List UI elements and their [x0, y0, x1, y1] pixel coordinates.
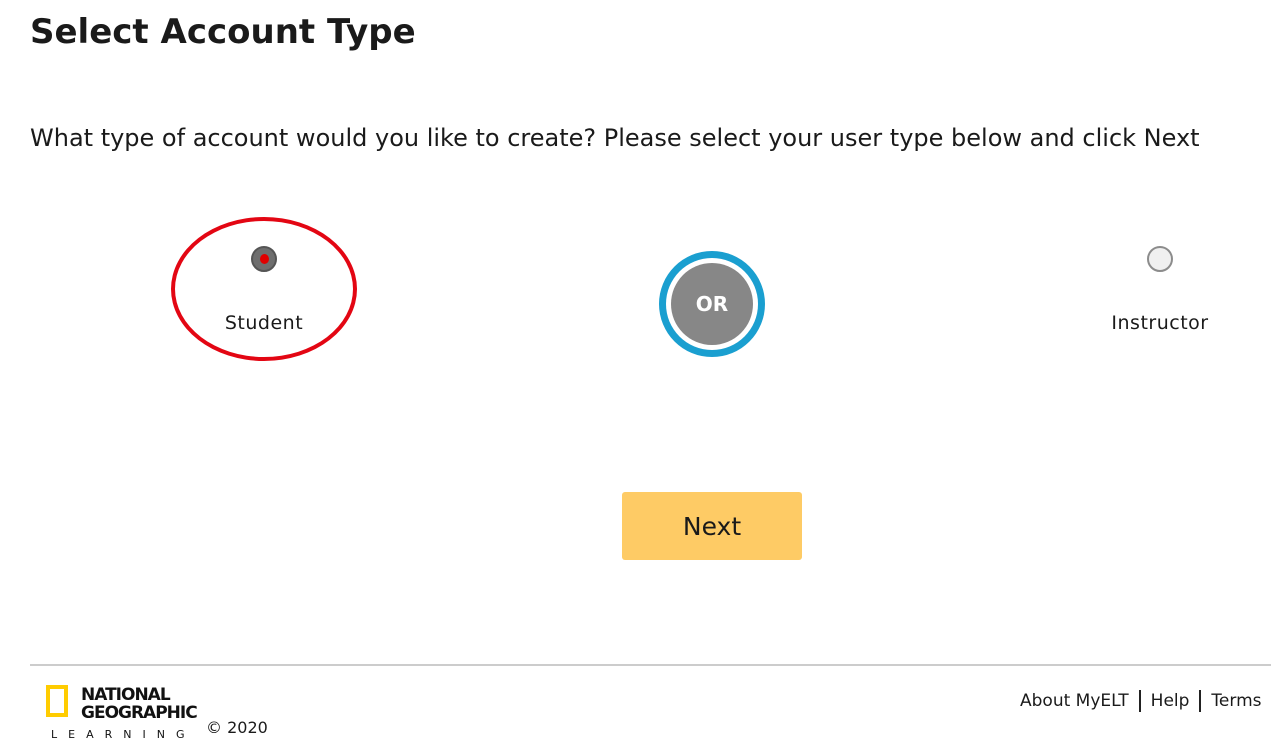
logo-line-national: NATIONAL — [81, 685, 171, 705]
footer-links: About MyELT Help Terms — [1010, 688, 1271, 714]
terms-link[interactable]: Terms — [1201, 691, 1271, 711]
account-type-page: Select Account Type What type of account… — [0, 0, 1271, 743]
footer-divider — [30, 664, 1271, 666]
about-myelt-link[interactable]: About MyELT — [1010, 691, 1139, 711]
logo-line-geographic: GEOGRAPHIC — [81, 703, 198, 723]
or-separator-badge: OR — [659, 251, 765, 357]
copyright-text: © 2020 — [206, 718, 268, 737]
help-link[interactable]: Help — [1141, 691, 1200, 711]
student-label[interactable]: Student — [164, 312, 364, 334]
next-button[interactable]: Next — [622, 492, 802, 560]
national-geographic-learning-logo: NATIONAL GEOGRAPHIC LEARNING — [44, 684, 198, 743]
yellow-frame-icon — [46, 685, 68, 717]
student-option[interactable]: Student — [164, 246, 364, 334]
logo-line-learning: LEARNING — [51, 728, 196, 741]
page-title: Select Account Type — [30, 12, 416, 52]
instructor-option[interactable]: Instructor — [1060, 246, 1260, 334]
or-badge-label: OR — [671, 263, 753, 345]
instructor-radio[interactable] — [1147, 246, 1173, 272]
student-radio[interactable] — [251, 246, 277, 272]
account-type-prompt: What type of account would you like to c… — [30, 124, 1200, 152]
instructor-label[interactable]: Instructor — [1060, 312, 1260, 334]
